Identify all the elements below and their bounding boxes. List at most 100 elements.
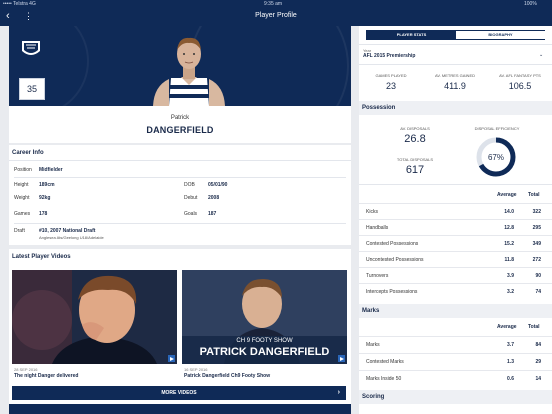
tab-player-stats[interactable]: PLAYER STATS — [367, 31, 456, 39]
video-thumbnail[interactable]: CH 9 FOOTY SHOW PATRICK DANGERFIELD — [182, 270, 347, 364]
position-label: Position — [14, 167, 32, 173]
summary-stat-label: AV. METRES GAINED — [434, 73, 475, 78]
col-average: Average — [497, 324, 517, 330]
divider — [14, 223, 346, 224]
video-title[interactable]: The night Danger delivered — [14, 373, 78, 379]
row-average: 3.7 — [507, 342, 514, 348]
summary-stat-value: 411.9 — [444, 81, 466, 91]
possession-header: Possession — [359, 101, 552, 115]
play-icon — [338, 355, 345, 362]
row-average: 1.3 — [507, 359, 514, 365]
club-logo-icon — [22, 41, 40, 55]
table-row: Contested Marks 1.3 29 — [359, 353, 552, 369]
jersey-number: 35 — [19, 78, 45, 100]
carrier-label: ••••• Telstra 4G — [3, 1, 36, 7]
row-average: 11.8 — [504, 257, 514, 263]
row-label: Contested Possessions — [366, 241, 419, 247]
draft-label: Draft — [14, 228, 25, 234]
video-title[interactable]: Patrick Dangerfield Ch9 Footy Show — [184, 373, 270, 379]
divider — [359, 64, 552, 65]
videos-title: Latest Player Videos — [12, 254, 71, 260]
divider — [9, 160, 351, 161]
weight-label: Weight — [14, 195, 30, 201]
player-hero: 35 — [9, 26, 351, 106]
table-row: Kicks 14.0 322 — [359, 203, 552, 219]
marks-header: Marks — [359, 304, 552, 318]
av-disposals-value: 26.8 — [404, 133, 426, 145]
efficiency-label: DISPOSAL EFFICIENCY — [474, 126, 520, 131]
efficiency-stat: DISPOSAL EFFICIENCY — [459, 126, 535, 131]
row-label: Handballs — [366, 225, 389, 231]
row-label: Kicks — [366, 209, 378, 215]
overlay-title: PATRICK DANGERFIELD — [199, 346, 330, 358]
year-select[interactable]: AFL 2015 Premiership — [363, 53, 415, 59]
video-thumbnail[interactable] — [12, 270, 177, 364]
goals-value: 187 — [208, 211, 217, 217]
row-total: 74 — [535, 289, 541, 295]
divider — [359, 184, 552, 185]
efficiency-value: 67% — [488, 153, 504, 162]
dob-value: 05/01/90 — [208, 182, 228, 188]
more-videos-button[interactable]: MORE VIDEOS › — [12, 386, 346, 400]
row-total: 295 — [532, 225, 541, 231]
player-photo — [153, 37, 225, 106]
more-videos-label: MORE VIDEOS — [161, 390, 197, 396]
table-row: Intercepts Possessions 3.2 74 — [359, 283, 552, 299]
overlay-caption: CH 9 FOOTY SHOW — [236, 338, 293, 344]
table-row: Marks Inside 50 0.6 14 — [359, 370, 552, 386]
career-info-card: Career Info Position Midfielder Height 1… — [9, 145, 351, 245]
battery-label: 100% — [524, 1, 537, 7]
row-label: Intercepts Possessions — [366, 289, 418, 295]
player-name-card: Patrick DANGERFIELD — [9, 106, 351, 143]
clock: 9:35 am — [264, 1, 283, 7]
efficiency-donut: 67% — [476, 137, 516, 177]
table-row: Uncontested Possessions 11.8 272 — [359, 251, 552, 267]
video-still — [12, 270, 177, 364]
dob-label: DOB — [184, 182, 195, 188]
row-total: 272 — [532, 257, 541, 263]
row-total: 29 — [535, 359, 541, 365]
summary-stat-label: AV. AFL FANTASY PTS — [499, 73, 541, 78]
table-row: Contested Possessions 15.2 349 — [359, 235, 552, 251]
video-date: 16 SEP 2016 — [184, 367, 208, 372]
total-disposals-value: 617 — [405, 164, 425, 176]
table-row: Marks 3.7 84 — [359, 336, 552, 352]
career-info-title: Career Info — [12, 150, 44, 156]
height-label: Height — [14, 182, 29, 188]
row-average: 12.8 — [504, 225, 514, 231]
row-label: Contested Marks — [366, 359, 404, 365]
row-total: 84 — [535, 342, 541, 348]
possession-title: Possession — [362, 105, 396, 111]
table-row: Handballs 12.8 295 — [359, 219, 552, 235]
page-title: Player Profile — [255, 12, 297, 19]
summary-stat: GAMES PLAYED 23 — [359, 73, 423, 91]
col-total: Total — [528, 324, 540, 330]
av-disposals-label: AV. DISPOSALS — [400, 126, 430, 131]
weight-value: 92kg — [39, 195, 51, 201]
row-average: 3.2 — [507, 289, 514, 295]
games-value: 178 — [39, 211, 48, 217]
stats-panel: PLAYER STATS BIOGRAPHY Year AFL 2015 Pre… — [359, 26, 552, 414]
row-total: 90 — [535, 273, 541, 279]
chevron-down-icon[interactable]: ⌄ — [539, 52, 543, 58]
total-disposals-stat: TOTAL DISPOSALS 617 — [377, 157, 453, 176]
height-value: 189cm — [39, 182, 55, 188]
table-row: Turnovers 3.9 90 — [359, 267, 552, 283]
row-total: 349 — [532, 241, 541, 247]
row-average: 0.6 — [507, 376, 514, 382]
col-total: Total — [528, 192, 540, 198]
nav-bar: ‹ ⋮ Player Profile — [0, 8, 552, 26]
summary-stat-value: 23 — [385, 81, 396, 91]
player-last-name: DANGERFIELD — [146, 125, 214, 135]
marks-title: Marks — [362, 308, 380, 314]
col-average: Average — [497, 192, 517, 198]
row-label: Marks Inside 50 — [366, 376, 402, 382]
tab-biography[interactable]: BIOGRAPHY — [456, 31, 545, 39]
goals-label: Goals — [184, 211, 198, 217]
stats-tab-bar: PLAYER STATS BIOGRAPHY — [366, 30, 545, 40]
row-label: Uncontested Possessions — [366, 257, 424, 263]
player-first-name: Patrick — [170, 115, 190, 121]
row-label: Marks — [366, 342, 380, 348]
total-disposals-label: TOTAL DISPOSALS — [396, 157, 434, 162]
scoring-title: Scoring — [362, 394, 385, 400]
